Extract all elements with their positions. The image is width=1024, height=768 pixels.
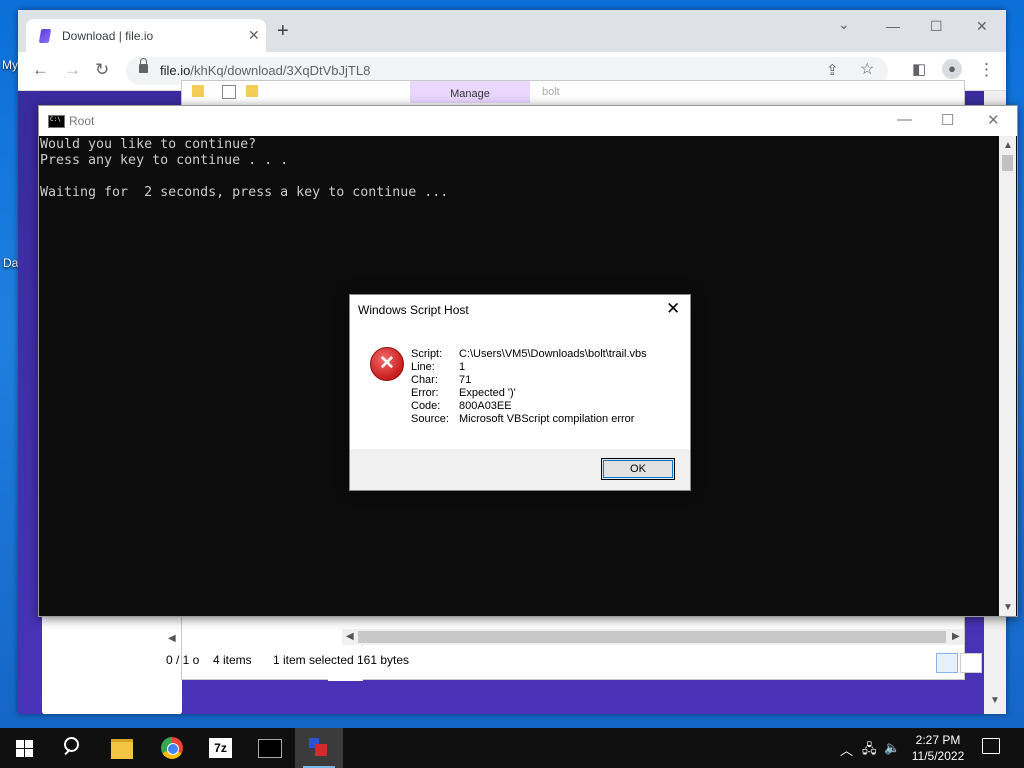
console-scroll-thumb[interactable] [1002,155,1013,171]
large-icons-view-icon[interactable] [960,653,982,673]
page-card [42,611,182,714]
browser-tab[interactable]: Download | file.io ✕ [26,19,266,52]
show-hidden-icons-chevron-icon[interactable]: ︿ [840,740,853,759]
script-error-dialog: Windows Script Host ✕ Script: C:\Users\V… [349,294,691,491]
field-label: Line: [411,361,435,373]
taskbar-chrome[interactable] [148,728,196,768]
clock-date: 11/5/2022 [911,749,965,763]
console-maximize-button[interactable]: ☐ [941,111,954,129]
console-scroll-down-icon[interactable]: ▼ [1003,602,1013,613]
console-app-icon [48,115,65,128]
taskbar: 7z ︿ 🖧 🔈 2:27 PM 11/5/2022 [0,728,1024,768]
scroll-right-arrow-icon[interactable]: ▶ [952,631,960,642]
field-label: Error: [411,387,439,399]
console-line: Press any key to continue . . . [40,153,289,168]
folder-icon [192,85,204,97]
desktop-icon-label[interactable]: My [2,58,18,72]
field-label: Code: [411,400,441,412]
clock[interactable]: 2:27 PM 11/5/2022 [898,732,978,764]
scroll-thumb[interactable] [358,631,946,643]
console-title: Root [69,114,95,128]
windows-logo-icon [16,740,33,757]
new-folder-icon[interactable] [246,85,258,97]
maximize-button[interactable]: ☐ [930,18,943,35]
url-host: file.io [160,63,191,78]
side-panel-icon[interactable]: ◧ [912,60,926,80]
scroll-down-arrow-icon[interactable]: ▼ [990,695,1000,706]
field-label: Char: [411,374,438,386]
tab-close-icon[interactable]: ✕ [248,27,260,44]
chrome-tab-strip: Download | file.io ✕ + ⌄ — ☐ ✕ [18,10,1006,52]
url-text[interactable]: file.io/khKq/download/3XqDtVbJjTL8 [160,63,370,78]
details-view-icon[interactable] [936,653,958,673]
profile-avatar-icon[interactable]: ● [942,59,962,79]
lock-icon [139,58,148,73]
properties-icon[interactable] [222,85,236,99]
minimize-button[interactable]: — [886,18,900,34]
menu-kebab-icon[interactable]: ⋮ [978,60,995,80]
field-label: Source: [411,413,449,425]
field-value: 1 [459,361,466,373]
start-button[interactable] [0,728,48,768]
field-label: Script: [411,348,443,360]
desktop-icon-label[interactable]: Da [3,256,18,270]
taskbar-script-host[interactable] [295,728,343,768]
file-io-favicon-icon [38,29,52,43]
explorer-title-bar: Manage bolt [182,81,964,103]
field-value: 71 [459,374,472,386]
tab-search-chevron-icon[interactable]: ⌄ [838,16,850,33]
console-scroll-up-icon[interactable]: ▲ [1003,140,1013,151]
console-minimize-button[interactable]: — [897,111,912,128]
explorer-status-bar: 0 / 1 o 4 items 1 item selected 161 byte… [166,647,982,679]
horizontal-scrollbar[interactable]: ◀ ▶ [342,629,964,645]
forward-arrow-icon[interactable]: → [64,60,81,80]
item-count: 4 items [213,653,252,667]
search-button[interactable] [48,728,96,768]
clock-time: 2:27 PM [915,733,961,747]
console-title-bar: Root — ☐ ✕ [39,106,1017,136]
console-line: Would you like to continue? [40,137,257,152]
explorer-folder-title: bolt [542,86,560,98]
notifications-icon[interactable] [982,738,1000,754]
field-value: C:\Users\VM5\Downloads\bolt\trail.vbs [459,348,647,360]
dialog-close-button[interactable]: ✕ [666,299,680,319]
taskbar-file-explorer[interactable] [98,728,146,768]
back-arrow-icon[interactable]: ← [32,60,49,80]
selection-size: 161 bytes [357,653,410,667]
manage-tab[interactable]: Manage [410,81,530,103]
folder-icon [111,739,133,759]
field-value: Expected ')' [459,387,516,399]
bookmark-star-icon[interactable]: ☆ [860,60,874,80]
console-scrollbar[interactable]: ▲ ▼ [999,136,1016,616]
network-icon[interactable]: 🖧 [862,740,877,762]
taskbar-7zip[interactable]: 7z [197,728,245,768]
search-icon [64,737,79,752]
seven-zip-icon: 7z [209,738,232,758]
share-icon[interactable]: ⇪ [826,61,839,81]
scroll-left-arrow-icon[interactable]: ◀ [346,631,354,642]
console-icon [258,739,282,758]
close-window-button[interactable]: ✕ [976,18,988,35]
console-line: Waiting for 2 seconds, press a key to co… [40,185,449,200]
field-value: 800A03EE [459,400,512,412]
console-close-button[interactable]: ✕ [987,111,1000,129]
dialog-footer: OK [350,449,690,490]
tab-title: Download | file.io [62,29,154,43]
reload-icon[interactable]: ↻ [95,60,109,80]
selection-status: 1 item selected [273,653,354,667]
new-tab-button[interactable]: + [277,21,289,41]
dialog-title: Windows Script Host [358,303,469,317]
error-icon [370,347,404,381]
taskbar-console[interactable] [245,728,293,768]
field-value: Microsoft VBScript compilation error [459,413,635,425]
left-status-text: 0 / 1 o [166,653,200,667]
ok-button[interactable]: OK [601,458,675,480]
nav-scroll-left-icon[interactable]: ◀ [168,633,176,644]
url-path: /khKq/download/3XqDtVbJjTL8 [190,63,371,78]
